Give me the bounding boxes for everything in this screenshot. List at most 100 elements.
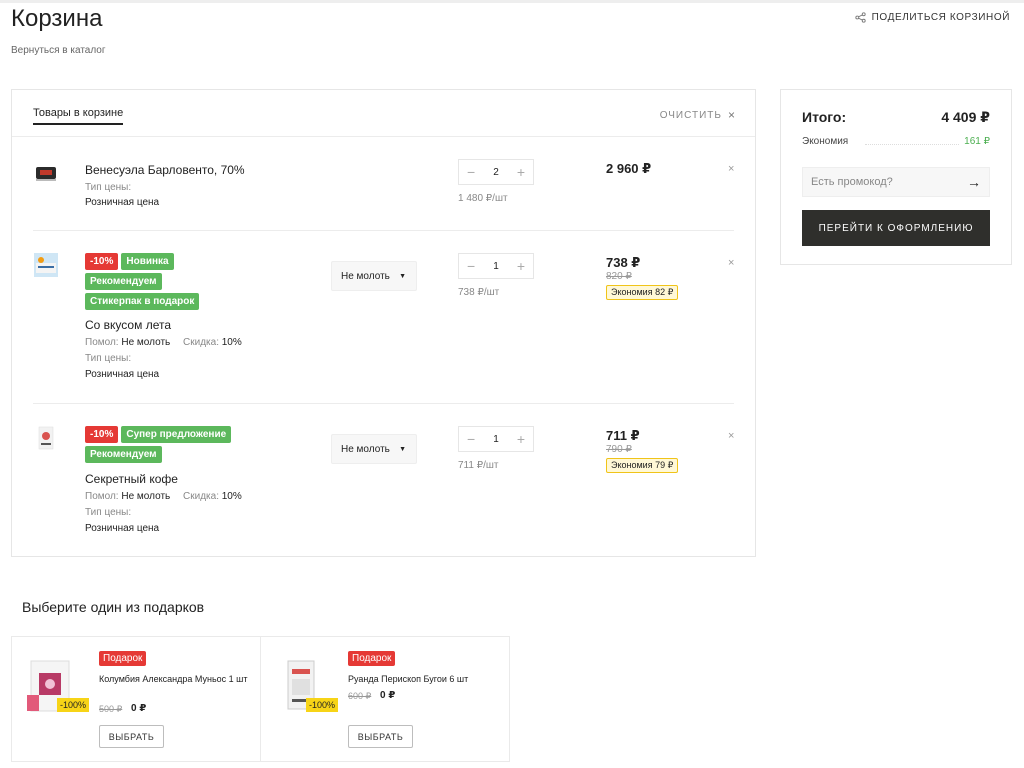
cart-item: Венесуэла Барловенто, 70% Тип цены: Розн… <box>12 137 755 230</box>
price-type-row: Тип цены: <box>85 353 131 364</box>
economy-label: Экономия <box>802 136 849 147</box>
share-cart-button[interactable]: ПОДЕЛИТЬСЯ КОРЗИНОЙ <box>854 12 1010 23</box>
remove-item-icon[interactable]: × <box>728 257 734 269</box>
cart-item: -10% Супер предложение Рекомендуем Секре… <box>12 404 755 556</box>
grind-discount-row: Помол: Не молоть Скидка: 10% <box>85 491 242 502</box>
product-image <box>38 426 54 450</box>
discount-value: 10% <box>221 491 242 502</box>
gift-card: -100% Подарок Руанда Перископ Бугои 6 шт… <box>260 636 510 762</box>
cart-panel: Товары в корзине ОЧИСТИТЬ × Венесуэла Ба… <box>11 89 756 557</box>
price-type-value: Розничная цена <box>85 369 160 380</box>
gift-discount-badge: -100% <box>57 698 90 712</box>
price-type-label: Тип цены: <box>85 507 132 518</box>
grind-discount-row: Помол: Не молоть Скидка: 10% <box>85 337 242 348</box>
grind-value: Не молоть <box>121 337 171 348</box>
price-type-value: Розничная цена <box>85 197 160 208</box>
new-badge: Новинка <box>121 253 174 270</box>
badge-group: -10% Новинка Рекомендуем Стикерпак в под… <box>85 253 245 310</box>
remove-item-icon[interactable]: × <box>728 163 734 175</box>
dotted-leader <box>865 144 959 145</box>
grind-label: Помол: <box>85 337 119 348</box>
plus-icon[interactable]: + <box>517 258 525 274</box>
unit-price: 1 480 ₽/шт <box>458 193 508 204</box>
gift-badge: Подарок <box>348 651 396 666</box>
quantity-stepper: − 1 + <box>458 253 534 279</box>
discount-value: 10% <box>221 337 242 348</box>
share-label: ПОДЕЛИТЬСЯ КОРЗИНОЙ <box>871 12 1010 23</box>
promo-field: → <box>802 167 990 197</box>
product-name[interactable]: Со вкусом лета <box>85 318 171 332</box>
select-gift-button[interactable]: ВЫБРАТЬ <box>348 725 413 748</box>
caret-down-icon: ▼ <box>399 445 406 453</box>
total-label: Итого: <box>802 109 847 125</box>
price-type-value-row: Розничная цена <box>85 523 159 534</box>
minus-icon[interactable]: − <box>467 431 475 447</box>
gift-name[interactable]: Колумбия Александра Муньос 1 шт <box>99 673 249 686</box>
price-type-row: Тип цены: <box>85 507 131 518</box>
gift-new-price: 0 ₽ <box>131 703 147 714</box>
item-price: 2 960 ₽ <box>606 161 652 176</box>
gift-name[interactable]: Руанда Перископ Бугои 6 шт <box>348 673 498 686</box>
gift-new-price: 0 ₽ <box>380 690 396 701</box>
gift-old-price: 500 ₽ <box>99 704 123 714</box>
product-name[interactable]: Секретный кофе <box>85 472 178 486</box>
economy-tag: Экономия 82 ₽ <box>606 285 679 300</box>
clear-cart-button[interactable]: ОЧИСТИТЬ × <box>660 108 736 122</box>
minus-icon[interactable]: − <box>467 258 475 274</box>
quantity-stepper: − 1 + <box>458 426 534 452</box>
page-title: Корзина <box>11 5 103 32</box>
grind-value: Не молоть <box>121 491 171 502</box>
old-price: 820 ₽ <box>606 271 632 282</box>
badge-group: -10% Супер предложение Рекомендуем <box>85 426 285 463</box>
discount-badge: -10% <box>85 253 119 270</box>
gifts-title: Выберите один из подарков <box>22 599 205 615</box>
recommended-badge: Рекомендуем <box>85 273 162 290</box>
recommended-badge: Рекомендуем <box>85 446 162 463</box>
grind-select[interactable]: Не молоть ▼ <box>331 261 417 291</box>
tab-cart-items[interactable]: Товары в корзине <box>33 107 124 125</box>
order-summary: Итого: 4 409 ₽ Экономия 161 ₽ → ПЕРЕЙТИ … <box>780 89 1012 265</box>
price-type-value: Розничная цена <box>85 523 160 534</box>
quantity-value[interactable]: 1 <box>493 434 499 445</box>
grind-select-value: Не молоть <box>341 443 390 455</box>
price-type-value-row: Розничная цена <box>85 369 159 380</box>
price-type-label: Тип цены: <box>85 182 132 193</box>
discount-label: Скидка: <box>183 337 219 348</box>
gift-badge: Подарок <box>99 651 147 666</box>
back-to-catalog-link[interactable]: Вернуться в каталог <box>11 45 106 56</box>
unit-price: 711 ₽/шт <box>458 460 499 471</box>
checkout-button[interactable]: ПЕРЕЙТИ К ОФОРМЛЕНИЮ <box>802 210 990 246</box>
remove-item-icon[interactable]: × <box>728 430 734 442</box>
gift-card: -100% Подарок Колумбия Александра Муньос… <box>11 636 261 762</box>
clear-label: ОЧИСТИТЬ <box>659 109 722 121</box>
item-price: 738 ₽ <box>606 255 641 270</box>
caret-down-icon: ▼ <box>399 272 406 280</box>
close-icon: × <box>727 108 736 122</box>
product-image <box>34 253 58 277</box>
plus-icon[interactable]: + <box>517 164 525 180</box>
quantity-value[interactable]: 1 <box>493 261 499 272</box>
product-image <box>36 167 56 181</box>
select-gift-button[interactable]: ВЫБРАТЬ <box>99 725 164 748</box>
quantity-value[interactable]: 2 <box>493 167 499 178</box>
cart-item: -10% Новинка Рекомендуем Стикерпак в под… <box>12 231 755 403</box>
grind-label: Помол: <box>85 491 119 502</box>
item-price: 711 ₽ <box>606 428 640 443</box>
economy-tag: Экономия 79 ₽ <box>606 458 679 473</box>
economy-value: 161 ₽ <box>964 136 990 147</box>
discount-badge: -10% <box>85 426 119 443</box>
price-type-row: Тип цены: <box>85 182 131 193</box>
gift-old-price: 600 ₽ <box>348 691 372 701</box>
gift-sticker-badge: Стикерпак в подарок <box>85 293 200 310</box>
minus-icon[interactable]: − <box>467 164 475 180</box>
super-offer-badge: Супер предложение <box>121 426 232 443</box>
unit-price: 738 ₽/шт <box>458 287 500 298</box>
plus-icon[interactable]: + <box>517 431 525 447</box>
promo-input[interactable] <box>811 176 961 188</box>
arrow-right-icon[interactable]: → <box>967 174 981 190</box>
product-name[interactable]: Венесуэла Барловенто, 70% <box>85 163 245 177</box>
gift-discount-badge: -100% <box>306 698 339 712</box>
total-value: 4 409 ₽ <box>941 109 990 125</box>
top-border <box>0 0 1024 3</box>
grind-select[interactable]: Не молоть ▼ <box>331 434 417 464</box>
